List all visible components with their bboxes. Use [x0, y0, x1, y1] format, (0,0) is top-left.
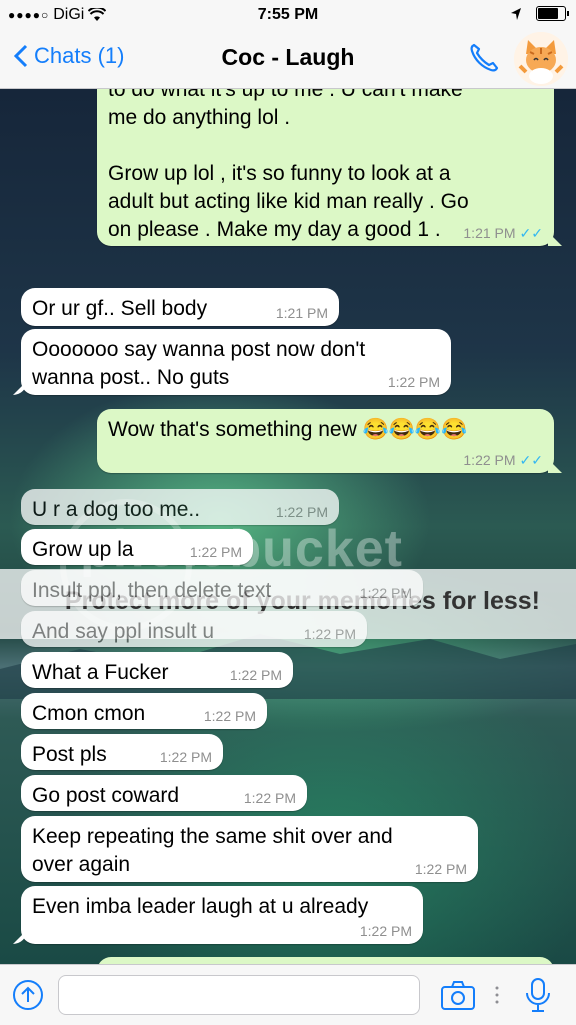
message-time: 1:22 PM	[303, 626, 356, 642]
message-bubble-incoming[interactable]: Grow up la 1:22 PM	[21, 529, 253, 565]
phone-call-icon[interactable]	[466, 40, 502, 76]
message-bubble-incoming[interactable]: Go post coward 1:22 PM	[21, 775, 307, 811]
message-bubble-incoming[interactable]: U r a dog too me.. 1:22 PM	[21, 489, 339, 525]
message-meta: 1:22 PM	[160, 749, 212, 765]
contact-avatar[interactable]	[514, 32, 568, 86]
message-meta: 1:21 PM ✓✓	[463, 225, 543, 241]
message-meta: 1:22 PM	[276, 504, 328, 520]
battery-icon	[536, 6, 569, 21]
status-time: 7:55 PM	[257, 6, 319, 23]
chat-header: Chats (1) Coc - Laugh	[0, 30, 576, 89]
chat-area[interactable]: photobucket Protect more of your memorie…	[0, 89, 576, 964]
message-time: 1:22 PM	[414, 861, 467, 877]
message-meta: 1:22 PM	[230, 667, 282, 683]
message-time: 1:22 PM	[463, 452, 516, 468]
attach-upload-icon[interactable]	[12, 979, 44, 1011]
message-time: 1:22 PM	[159, 749, 212, 765]
camera-icon[interactable]	[440, 979, 476, 1011]
message-meta: 1:22 PM ✓✓	[463, 452, 543, 468]
message-meta: 1:21 PM	[276, 305, 328, 321]
message-time: 1:22 PM	[229, 667, 282, 683]
location-arrow-icon	[511, 7, 521, 20]
message-time: 1:22 PM	[387, 374, 440, 390]
double-check-icon: ✓✓	[519, 452, 543, 468]
message-input[interactable]	[58, 975, 420, 1015]
message-input-bar	[0, 964, 576, 1025]
message-bubble-outgoing-partial[interactable]	[97, 957, 554, 964]
double-check-icon: ✓✓	[519, 225, 543, 241]
message-meta: 1:22 PM	[244, 790, 296, 806]
message-time: 1:22 PM	[203, 708, 256, 724]
message-bubble-outgoing[interactable]: to do what it's up to me . U can't make …	[97, 89, 554, 246]
more-dots-icon	[495, 986, 499, 1004]
message-bubble-incoming[interactable]: Even imba leader laugh at u already 1:22…	[21, 886, 423, 944]
message-bubble-incoming[interactable]: Insult ppl, then delete text 1:22 PM	[21, 570, 423, 606]
message-bubble-incoming[interactable]: What a Fucker 1:22 PM	[21, 652, 293, 688]
message-time: 1:22 PM	[275, 504, 328, 520]
message-time: 1:21 PM	[463, 225, 516, 241]
message-text: Even imba leader laugh at u already	[32, 895, 369, 918]
microphone-icon[interactable]	[524, 977, 552, 1013]
message-bubble-incoming[interactable]: Or ur gf.. Sell body 1:21 PM	[21, 288, 339, 326]
message-text: Ooooooo say wanna post now don't wanna p…	[32, 338, 366, 389]
message-time: 1:22 PM	[359, 923, 412, 939]
message-meta: 1:22 PM	[415, 861, 467, 877]
status-right	[510, 6, 569, 21]
message-meta: 1:22 PM	[360, 585, 412, 601]
cat-avatar-icon	[514, 32, 568, 86]
message-meta: 1:22 PM	[304, 626, 356, 642]
status-bar: ●●●●○ DiGi 7:55 PM	[0, 0, 576, 30]
message-text: Keep repeating the same shit over and ov…	[32, 825, 393, 876]
message-time: 1:21 PM	[275, 305, 328, 321]
message-text: to do what it's up to me . U can't make …	[108, 89, 469, 241]
message-text: Insult ppl, then delete text	[32, 579, 272, 602]
message-bubble-outgoing[interactable]: Wow that's something new 😂😂😂😂 1:22 PM ✓✓	[97, 409, 554, 473]
message-time: 1:22 PM	[243, 790, 296, 806]
message-meta: 1:22 PM	[190, 544, 242, 560]
message-bubble-incoming[interactable]: Cmon cmon 1:22 PM	[21, 693, 267, 729]
message-meta: 1:22 PM	[388, 374, 440, 390]
message-time: 1:22 PM	[359, 585, 412, 601]
message-text: Wow that's something new 😂😂😂😂	[108, 418, 468, 441]
message-bubble-incoming[interactable]: Post pls 1:22 PM	[21, 734, 223, 770]
message-meta: 1:22 PM	[204, 708, 256, 724]
message-bubble-incoming[interactable]: Ooooooo say wanna post now don't wanna p…	[21, 329, 451, 395]
message-meta: 1:22 PM	[360, 923, 412, 939]
message-time: 1:22 PM	[189, 544, 242, 560]
message-bubble-incoming[interactable]: Keep repeating the same shit over and ov…	[21, 816, 478, 882]
message-bubble-incoming[interactable]: And say ppl insult u 1:22 PM	[21, 611, 367, 647]
